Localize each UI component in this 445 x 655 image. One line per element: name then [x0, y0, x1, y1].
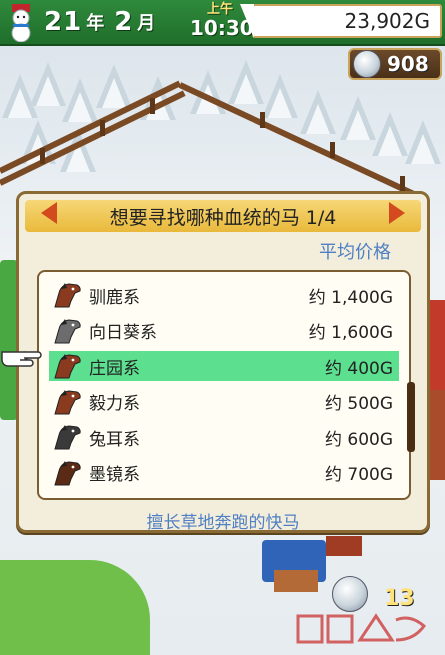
horse-head-icon	[49, 317, 83, 345]
dialog-title: 想要寻找哪种血统的马 1/4	[109, 206, 337, 229]
month-value: 2	[114, 7, 134, 37]
bloodline-price: 约 600G	[324, 429, 393, 450]
watermark-logo	[296, 610, 436, 650]
bloodline-row[interactable]: 驯鹿系 约 1,400G	[49, 280, 399, 310]
bloodline-row[interactable]: 庄园系 约 400G	[49, 351, 399, 381]
stopwatch-icon	[332, 576, 368, 612]
year-value: 21	[44, 7, 83, 37]
bloodline-price: 约 700G	[324, 465, 393, 485]
horse-currency-badge: 908	[348, 48, 442, 80]
bloodline-list: 驯鹿系 约 1,400G 向日葵系 约 1,600G 庄园系 约 400G 毅力系 约 500…	[37, 270, 415, 500]
money-display: 23,902G	[240, 4, 442, 38]
horse-head-icon	[49, 459, 83, 487]
bloodline-row[interactable]: 向日葵系 约 1,600G	[49, 316, 399, 346]
list-scrollbar[interactable]	[407, 382, 415, 452]
bloodline-price: 约 1,600G	[308, 323, 393, 343]
bloodline-price: 约 500G	[324, 394, 393, 414]
bloodline-name: 驯鹿系	[89, 287, 140, 308]
horse-head-icon	[49, 352, 83, 380]
prev-page-arrow-icon[interactable]	[41, 202, 57, 224]
bloodline-price: 约 1,400G	[308, 287, 393, 308]
bloodline-price: 约 400G	[324, 358, 393, 379]
date-display: 21 年 2 月	[44, 4, 165, 40]
next-page-arrow-icon[interactable]	[389, 202, 405, 224]
bloodline-description: 擅长草地奔跑的快马	[146, 513, 300, 533]
horse-head-icon	[49, 388, 83, 416]
month-unit: 月	[137, 13, 156, 34]
bloodline-name: 向日葵系	[89, 323, 157, 343]
horse-head-icon	[49, 281, 83, 309]
bloodline-name: 庄园系	[89, 358, 140, 379]
counter-value: 13	[384, 586, 415, 611]
bloodline-row[interactable]: 毅力系 约 500G	[49, 387, 399, 417]
horse-coin-icon	[353, 50, 381, 78]
bloodline-name: 墨镜系	[89, 465, 140, 485]
season-snowman-icon	[2, 2, 40, 43]
status-bar: 21 年 2 月 上午 10:30 23,902G	[0, 0, 445, 46]
pointer-hand-icon	[0, 344, 44, 370]
horse-head-icon	[49, 423, 83, 451]
bloodline-name: 毅力系	[89, 394, 140, 414]
average-price-header: 平均价格	[319, 242, 391, 263]
bloodline-row[interactable]: 墨镜系 约 700G	[49, 458, 399, 488]
horse-currency-value: 908	[387, 52, 429, 76]
year-unit: 年	[86, 13, 105, 34]
bloodline-row[interactable]: 兔耳系 约 600G	[49, 422, 399, 452]
bloodline-dialog: 想要寻找哪种血统的马 1/4 平均价格 驯鹿系 约 1,400G 向日葵系 约 1,6…	[16, 191, 430, 533]
dialog-title-bar: 想要寻找哪种血统的马 1/4	[25, 200, 421, 232]
bloodline-name: 兔耳系	[89, 429, 140, 450]
